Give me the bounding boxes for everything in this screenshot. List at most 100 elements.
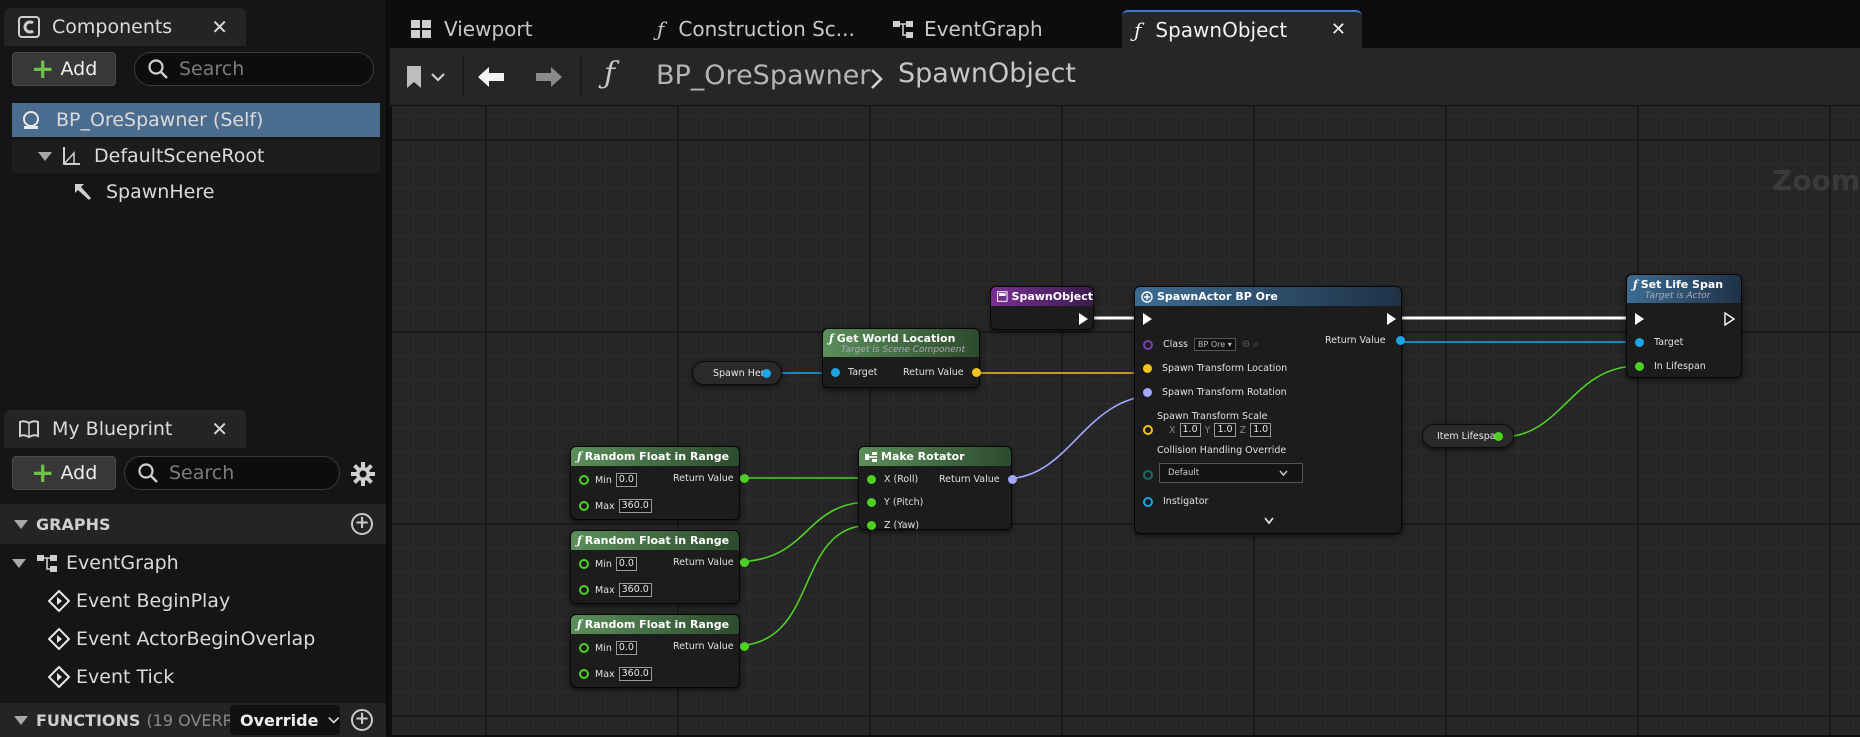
- target-row[interactable]: Target: [1635, 337, 1683, 348]
- tab-spawnobject[interactable]: ƒ SpawnObject ✕: [1122, 10, 1362, 48]
- tree-item-event-actorbeginoverlap[interactable]: Event ActorBeginOverlap: [48, 622, 378, 656]
- tree-item-default-scene-root[interactable]: DefaultSceneRoot: [12, 139, 380, 173]
- exec-in-pin[interactable]: [1143, 313, 1152, 325]
- graph-canvas[interactable]: Zoom SpawnObject SpawnActor BP Ore Class…: [392, 106, 1860, 735]
- max-pin[interactable]: [579, 669, 589, 679]
- y-pitch-pin[interactable]: [867, 498, 876, 507]
- y-pitch-row[interactable]: Y (Pitch): [867, 497, 923, 508]
- target-row[interactable]: Target: [831, 367, 877, 378]
- min-input[interactable]: 0.0: [615, 557, 637, 571]
- class-pin[interactable]: [1143, 339, 1153, 350]
- exec-out-pin[interactable]: [1387, 313, 1396, 325]
- in-lifespan-row[interactable]: In Lifespan: [1635, 361, 1706, 372]
- x-roll-row[interactable]: X (Roll): [867, 474, 918, 485]
- return-value-pin[interactable]: [1395, 336, 1405, 345]
- spawn-rotation-row[interactable]: Spawn Transform Rotation: [1143, 387, 1287, 398]
- scale-pin[interactable]: [1143, 425, 1153, 435]
- instigator-pin[interactable]: [1143, 496, 1153, 507]
- spawn-location-row[interactable]: Spawn Transform Location: [1143, 363, 1287, 374]
- my-blueprint-tab[interactable]: My Blueprint ✕: [4, 410, 246, 448]
- add-member-button[interactable]: + Add: [12, 456, 116, 490]
- random-float-node[interactable]: ƒ Random Float in Range Min 0.0 Return Va…: [570, 446, 749, 520]
- add-component-button[interactable]: + Add: [12, 52, 116, 86]
- min-pin[interactable]: [579, 643, 589, 653]
- components-search-input[interactable]: Search: [134, 52, 374, 86]
- exec-in-pin[interactable]: [1635, 313, 1644, 325]
- scale-y-input[interactable]: 1.0: [1214, 423, 1236, 437]
- min-row[interactable]: Min 0.0: [579, 557, 637, 571]
- min-input[interactable]: 0.0: [615, 641, 637, 655]
- max-pin[interactable]: [579, 501, 589, 511]
- back-arrow-icon[interactable]: [476, 65, 506, 89]
- z-yaw-row[interactable]: Z (Yaw): [867, 520, 919, 531]
- location-pin[interactable]: [1143, 364, 1152, 373]
- spawn-here-variable-node[interactable]: Spawn Here: [692, 361, 782, 385]
- close-icon[interactable]: ✕: [211, 15, 228, 39]
- scale-values-row[interactable]: X 1.0 Y 1.0 Z 1.0: [1169, 423, 1272, 437]
- in-lifespan-pin[interactable]: [1635, 362, 1644, 371]
- expand-chevron-icon[interactable]: [1264, 517, 1274, 525]
- spawn-actor-node[interactable]: SpawnActor BP Ore Class BP Ore ▾ ⊝ ⌕ Ret…: [1134, 286, 1405, 534]
- random-float-node[interactable]: ƒ Random Float in Range Min 0.0 Return Va…: [570, 614, 749, 688]
- return-value-pin[interactable]: [739, 558, 749, 567]
- item-lifespan-pin[interactable]: [1494, 432, 1503, 441]
- scale-z-input[interactable]: 1.0: [1250, 423, 1272, 437]
- gear-icon[interactable]: [350, 461, 376, 487]
- close-icon[interactable]: ✕: [211, 417, 228, 441]
- item-lifespan-variable-node[interactable]: Item Lifespan: [1422, 424, 1514, 448]
- max-pin[interactable]: [579, 585, 589, 595]
- min-input[interactable]: 0.0: [615, 473, 637, 487]
- target-pin[interactable]: [831, 368, 840, 377]
- set-life-span-node[interactable]: ƒ Set Life Span Target is Actor Target In…: [1626, 274, 1742, 378]
- max-input[interactable]: 360.0: [618, 583, 652, 597]
- graphs-section-header[interactable]: GRAPHS +: [0, 504, 386, 544]
- x-roll-pin[interactable]: [867, 475, 876, 484]
- spawn-here-pin[interactable]: [762, 369, 771, 378]
- random-float-node[interactable]: ƒ Random Float in Range Min 0.0 Return Va…: [570, 530, 749, 604]
- bookmark-icon[interactable]: [404, 64, 448, 90]
- class-pin-row[interactable]: Class BP Ore ▾ ⊝ ⌕: [1143, 338, 1259, 351]
- min-pin[interactable]: [579, 559, 589, 569]
- get-world-location-node[interactable]: ƒ Get World Location Target is Scene Comp…: [822, 328, 981, 388]
- tree-item-spawn-here[interactable]: SpawnHere: [12, 175, 380, 209]
- add-graph-icon[interactable]: +: [351, 513, 373, 535]
- z-yaw-pin[interactable]: [867, 521, 876, 530]
- blueprint-search-input[interactable]: Search: [124, 456, 340, 490]
- min-row[interactable]: Min 0.0: [579, 641, 637, 655]
- max-row[interactable]: Max 360.0: [579, 667, 652, 681]
- collision-pin[interactable]: [1143, 470, 1153, 480]
- max-row[interactable]: Max 360.0: [579, 583, 652, 597]
- make-rotator-node[interactable]: Make Rotator X (Roll) Return Value Y (Pi…: [858, 446, 1017, 531]
- components-tab[interactable]: Components ✕: [4, 8, 246, 46]
- function-entry-node[interactable]: SpawnObject: [990, 286, 1094, 330]
- forward-arrow-icon[interactable]: [534, 65, 564, 89]
- return-value-pin[interactable]: [971, 368, 981, 377]
- tab-construction-script[interactable]: ƒ Construction Sc...: [645, 10, 865, 48]
- close-icon[interactable]: ✕: [1331, 19, 1346, 40]
- return-value-pin[interactable]: [739, 474, 749, 483]
- tree-item-event-graph[interactable]: EventGraph: [0, 546, 386, 580]
- return-value-pin[interactable]: [739, 642, 749, 651]
- tree-item-event-beginplay[interactable]: Event BeginPlay: [48, 584, 378, 618]
- browse-icon[interactable]: ⊝ ⌕: [1242, 339, 1259, 350]
- collision-dropdown[interactable]: Default: [1159, 463, 1303, 483]
- tree-item-self[interactable]: BP_OreSpawner (Self): [12, 103, 380, 137]
- tree-item-event-tick[interactable]: Event Tick: [48, 660, 378, 694]
- breadcrumb-blueprint[interactable]: BP_OreSpawner: [656, 60, 870, 91]
- functions-section-header[interactable]: FUNCTIONS (19 OVERRIDA Override +: [0, 703, 386, 737]
- max-input[interactable]: 360.0: [618, 667, 652, 681]
- scale-x-input[interactable]: 1.0: [1179, 423, 1201, 437]
- class-dropdown[interactable]: BP Ore ▾: [1194, 338, 1236, 351]
- add-function-icon[interactable]: +: [351, 709, 373, 731]
- override-dropdown[interactable]: Override: [230, 705, 340, 735]
- target-pin[interactable]: [1635, 338, 1644, 347]
- tab-viewport[interactable]: Viewport: [400, 10, 610, 48]
- tab-eventgraph[interactable]: EventGraph: [880, 10, 1100, 48]
- return-value-pin[interactable]: [1007, 475, 1017, 484]
- max-input[interactable]: 360.0: [618, 499, 652, 513]
- exec-out-pin[interactable]: [1079, 313, 1088, 325]
- min-pin[interactable]: [579, 475, 589, 485]
- instigator-row[interactable]: Instigator: [1143, 496, 1208, 507]
- min-row[interactable]: Min 0.0: [579, 473, 637, 487]
- rotation-pin[interactable]: [1143, 388, 1152, 397]
